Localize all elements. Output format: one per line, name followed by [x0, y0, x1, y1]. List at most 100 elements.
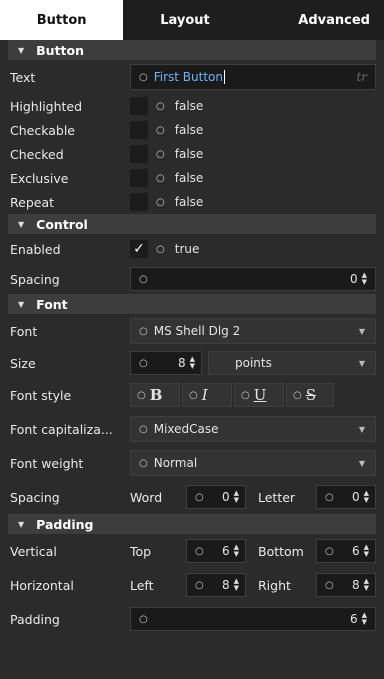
- spin-arrows-icon[interactable]: ▲ ▼: [234, 578, 239, 592]
- binding-dot-icon: ○: [195, 491, 204, 503]
- prop-row-checked: Checked ○ false: [8, 142, 376, 166]
- size-unit-value: points: [235, 356, 272, 370]
- font-weight-label: Font weight: [10, 455, 84, 471]
- text-input[interactable]: ○ First Button tr: [130, 64, 376, 90]
- prop-label: Checked: [10, 146, 64, 162]
- section-button[interactable]: ▼ Button: [8, 40, 376, 60]
- top-padding-value: 6: [221, 544, 230, 558]
- tab-advanced[interactable]: Advanced: [246, 0, 384, 40]
- font-value: MS Shell Dlg 2: [153, 324, 241, 338]
- font-weight-row: Font weight ○ Normal ▼: [8, 446, 376, 480]
- binding-dot-icon: ○: [195, 545, 204, 557]
- section-title: Font: [36, 296, 68, 312]
- font-row: Font ○ MS Shell Dlg 2 ▼: [8, 314, 376, 348]
- spin-arrows-icon[interactable]: ▲ ▼: [190, 356, 195, 370]
- spin-arrows-icon[interactable]: ▲ ▼: [364, 544, 369, 558]
- capitalization-dropdown[interactable]: ○ MixedCase ▼: [130, 416, 376, 442]
- font-weight-value: Normal: [153, 456, 198, 470]
- binding-dot-icon: ○: [139, 357, 148, 369]
- capitalization-value: MixedCase: [153, 422, 219, 436]
- repeat-value-wrap: ○ false: [156, 195, 203, 209]
- text-value: First Button: [153, 70, 225, 84]
- section-padding[interactable]: ▼ Padding: [8, 514, 376, 534]
- size-label: Size: [10, 355, 36, 371]
- binding-dot-icon: ○: [325, 545, 334, 557]
- chevron-down-icon: ▼: [358, 358, 365, 368]
- spacing-label: Spacing: [10, 271, 60, 287]
- spin-arrows-icon[interactable]: ▲ ▼: [362, 612, 367, 626]
- tab-bar: Button Layout Advanced: [0, 0, 384, 40]
- section-control[interactable]: ▼ Control: [8, 214, 376, 234]
- vertical-label: Vertical: [10, 543, 57, 559]
- chevron-down-icon: ▼: [358, 424, 365, 434]
- letter-label: Letter: [258, 489, 296, 505]
- bold-toggle[interactable]: ○ B: [130, 383, 180, 407]
- highlighted-checkbox[interactable]: [130, 97, 148, 115]
- binding-dot-icon: ○: [139, 613, 148, 625]
- font-style-row: Font style ○ B ○ I ○ U ○ S: [8, 378, 376, 412]
- size-row: Size ○ 8 ▲ ▼ points ▼: [8, 348, 376, 378]
- underline-icon: U: [253, 386, 267, 404]
- font-spacing-row: Spacing Word ○ 0 ▲ ▼ Letter ○ 0 ▲ ▼: [8, 480, 376, 514]
- binding-dot-icon: ○: [325, 491, 334, 503]
- letter-spacing-spinbox[interactable]: ○ 0 ▲ ▼: [316, 485, 376, 509]
- capitalization-label: Font capitaliza...: [10, 421, 113, 437]
- size-unit-dropdown[interactable]: points ▼: [208, 351, 376, 375]
- binding-dot-icon: ○: [139, 325, 148, 337]
- collapse-arrow-icon: ▼: [18, 299, 25, 309]
- checkmark-icon: ✓: [133, 241, 145, 257]
- checked-checkbox[interactable]: [130, 145, 148, 163]
- word-spacing-value: 0: [221, 490, 230, 504]
- exclusive-checkbox[interactable]: [130, 169, 148, 187]
- right-padding-spinbox[interactable]: ○ 8 ▲ ▼: [316, 573, 376, 597]
- binding-dot-icon: ○: [156, 124, 165, 136]
- binding-dot-icon: ○: [137, 389, 146, 401]
- prop-label: Repeat: [10, 194, 55, 210]
- section-title: Button: [36, 42, 85, 58]
- collapse-arrow-icon: ▼: [18, 219, 25, 229]
- enabled-value-wrap: ○ true: [156, 242, 199, 256]
- font-weight-dropdown[interactable]: ○ Normal ▼: [130, 450, 376, 476]
- right-label: Right: [258, 577, 291, 593]
- size-spinbox[interactable]: ○ 8 ▲ ▼: [130, 351, 202, 375]
- spin-arrows-icon[interactable]: ▲ ▼: [234, 544, 239, 558]
- strikeout-toggle[interactable]: ○ S: [286, 383, 334, 407]
- spin-arrows-icon[interactable]: ▲ ▼: [364, 490, 369, 504]
- vertical-padding-row: Vertical Top ○ 6 ▲ ▼ Bottom ○ 6 ▲ ▼: [8, 534, 376, 568]
- spin-arrows-icon[interactable]: ▲ ▼: [362, 272, 367, 286]
- spin-arrows-icon[interactable]: ▲ ▼: [364, 578, 369, 592]
- size-value: 8: [177, 356, 186, 370]
- tab-button[interactable]: Button: [0, 0, 124, 40]
- translate-icon[interactable]: tr: [356, 70, 367, 84]
- underline-toggle[interactable]: ○ U: [234, 383, 284, 407]
- collapse-arrow-icon: ▼: [18, 519, 25, 529]
- bottom-label: Bottom: [258, 543, 304, 559]
- checked-value-wrap: ○ false: [156, 147, 203, 161]
- padding-value: 6: [349, 612, 358, 626]
- top-label: Top: [130, 543, 152, 559]
- horizontal-padding-row: Horizontal Left ○ 8 ▲ ▼ Right ○ 8 ▲ ▼: [8, 568, 376, 602]
- spin-arrows-icon[interactable]: ▲ ▼: [234, 490, 239, 504]
- section-font[interactable]: ▼ Font: [8, 294, 376, 314]
- prop-label: Checkable: [10, 122, 75, 138]
- right-padding-value: 8: [351, 578, 360, 592]
- italic-toggle[interactable]: ○ I: [182, 383, 232, 407]
- font-family-dropdown[interactable]: ○ MS Shell Dlg 2 ▼: [130, 318, 376, 344]
- tab-layout[interactable]: Layout: [123, 0, 247, 40]
- enabled-checkbox[interactable]: ✓: [130, 240, 148, 258]
- padding-spinbox[interactable]: ○ 6 ▲ ▼: [130, 607, 376, 631]
- checkable-checkbox[interactable]: [130, 121, 148, 139]
- control-spacing-spinbox[interactable]: ○ 0 ▲ ▼: [130, 267, 376, 291]
- repeat-checkbox[interactable]: [130, 193, 148, 211]
- prop-row-exclusive: Exclusive ○ false: [8, 166, 376, 190]
- padding-row: Padding ○ 6 ▲ ▼: [8, 602, 376, 636]
- top-padding-spinbox[interactable]: ○ 6 ▲ ▼: [186, 539, 246, 563]
- word-spacing-spinbox[interactable]: ○ 0 ▲ ▼: [186, 485, 246, 509]
- bottom-padding-spinbox[interactable]: ○ 6 ▲ ▼: [316, 539, 376, 563]
- prop-label: Exclusive: [10, 170, 69, 186]
- enabled-row: Enabled ✓ ○ true: [8, 234, 376, 264]
- binding-dot-icon: ○: [139, 423, 148, 435]
- left-padding-spinbox[interactable]: ○ 8 ▲ ▼: [186, 573, 246, 597]
- binding-dot-icon: ○: [293, 389, 302, 401]
- prop-row-repeat: Repeat ○ false: [8, 190, 376, 214]
